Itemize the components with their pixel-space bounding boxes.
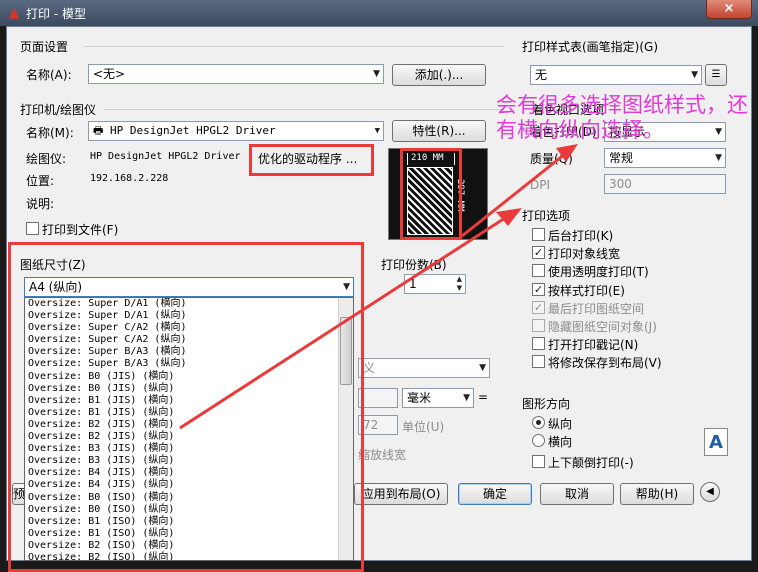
- arrow-to-preview: [461, 152, 566, 238]
- arrow-to-paper-size: [179, 216, 506, 430]
- arrowhead-icon: [496, 208, 522, 226]
- annotation-arrows: [179, 144, 578, 430]
- annotation-text: 会有很多选择图纸样式，还有横向纵向选择。: [496, 93, 748, 142]
